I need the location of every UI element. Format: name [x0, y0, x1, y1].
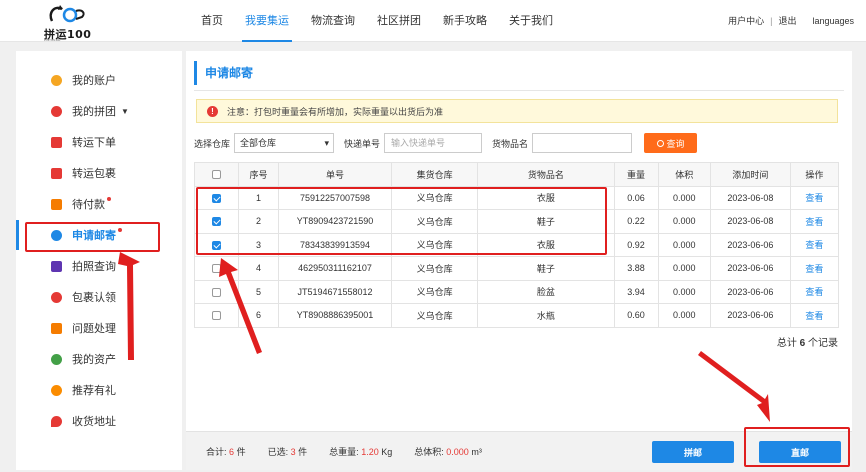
arrow-checkbox: [219, 258, 262, 354]
arrow-sidebar: [118, 252, 140, 360]
annotation-arrows: [118, 252, 770, 422]
arrow-direct: [698, 351, 770, 422]
